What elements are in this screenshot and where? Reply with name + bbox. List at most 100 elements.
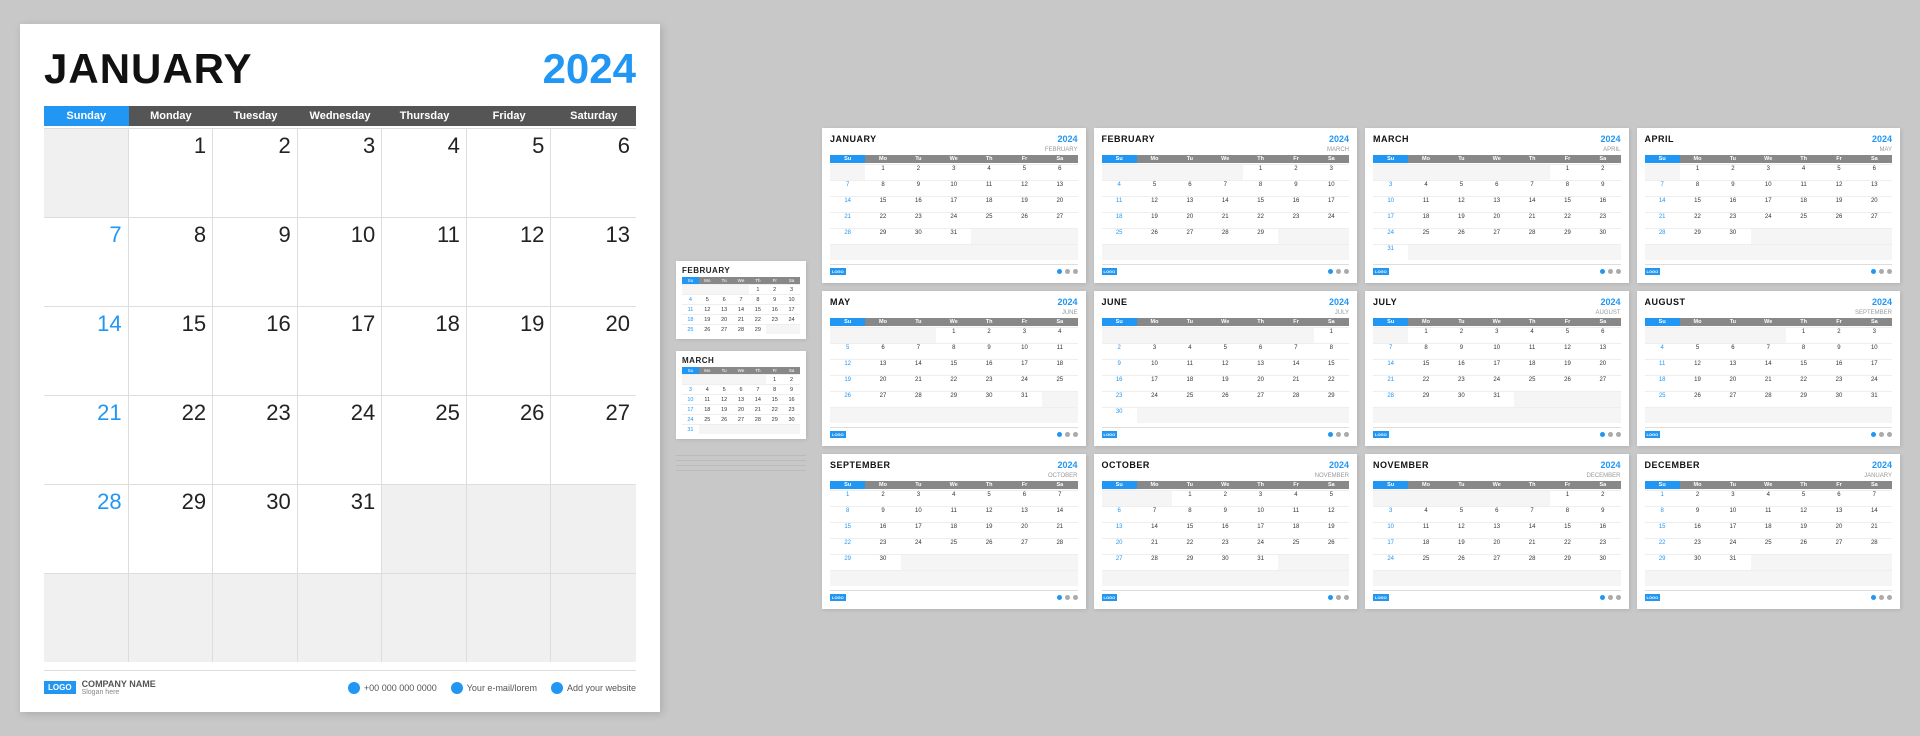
- mini-dot-1: [1057, 432, 1062, 437]
- mini-next-month-label: OCTOBER: [830, 473, 1078, 479]
- mini-calendar: JULY2024AUGUSTSuMoTuWeThFrSa123456789101…: [1365, 291, 1629, 446]
- side-mini-day-cell: [766, 424, 783, 434]
- mini-day-cell: 19: [1208, 375, 1243, 391]
- mini-day-cell: 13: [1479, 196, 1514, 212]
- mini-month-name: OCTOBER: [1102, 460, 1150, 470]
- large-day-cell: 7: [44, 218, 129, 306]
- mini-day-cell: [1408, 407, 1443, 423]
- large-day-cell: 28: [44, 485, 129, 573]
- side-mini-day-h: Fr: [766, 277, 783, 284]
- mini-day-cell: [1444, 490, 1479, 506]
- mini-day-cell: [1645, 244, 1680, 260]
- mini-day-cell: 1: [1786, 327, 1821, 343]
- mini-week-row: 78910111213: [830, 180, 1078, 196]
- mini-day-cell: 5: [1314, 490, 1349, 506]
- mini-day-header: Fr: [1550, 481, 1585, 489]
- mini-calendar: JANUARY2024FEBRUARYSuMoTuWeThFrSa1234567…: [822, 128, 1086, 283]
- mini-day-cell: 23: [1444, 375, 1479, 391]
- mini-day-cell: 8: [830, 506, 865, 522]
- mini-day-cell: 18: [1102, 212, 1137, 228]
- mini-dot-1: [1871, 269, 1876, 274]
- mini-day-header: Fr: [1550, 318, 1585, 326]
- mini-day-cell: [1514, 570, 1549, 586]
- mini-day-cell: 17: [1007, 359, 1042, 375]
- mini-day-header: Mo: [1680, 481, 1715, 489]
- mini-day-cell: 30: [901, 228, 936, 244]
- mini-day-headers: SuMoTuWeThFrSa: [1645, 155, 1893, 163]
- side-mini-day-cell: 25: [699, 414, 716, 424]
- mini-day-cell: 20: [1007, 522, 1042, 538]
- mini-calendar: NOVEMBER2024DECEMBERSuMoTuWeThFrSa123456…: [1365, 454, 1629, 609]
- mini-day-cell: 11: [971, 180, 1006, 196]
- large-day-cell: [551, 485, 636, 573]
- mini-day-cell: 17: [1137, 375, 1172, 391]
- mini-day-cell: 18: [1278, 522, 1313, 538]
- mini-day-cell: 14: [1137, 522, 1172, 538]
- side-mini-days-feb: Su Mo Tu We Th Fr Sa 1 2 3 4 5 6 7 8 9: [682, 277, 800, 334]
- mini-day-cell: [1172, 570, 1207, 586]
- mini-calendar: APRIL2024MAYSuMoTuWeThFrSa12345678910111…: [1637, 128, 1901, 283]
- side-mini-day-h: Mo: [699, 367, 716, 374]
- mini-day-cell: 23: [865, 538, 900, 554]
- phone-icon: [348, 682, 360, 694]
- side-mini-day-cell: 23: [783, 404, 800, 414]
- mini-day-cell: 11: [1645, 359, 1680, 375]
- mini-day-header: Sa: [1857, 481, 1892, 489]
- mini-day-cell: 3: [1373, 180, 1408, 196]
- footer-email: Your e-mail/lorem: [451, 682, 537, 694]
- mini-day-cell: 31: [1715, 554, 1750, 570]
- side-mini-day-cell: 10: [783, 294, 800, 304]
- side-mini-header-mar: MARCH: [682, 356, 800, 365]
- side-mini-day-h: Th: [749, 277, 766, 284]
- mini-week-row: 23242526272829: [1102, 391, 1350, 407]
- mini-day-cell: [971, 554, 1006, 570]
- side-mini-day-cell: 18: [699, 404, 716, 414]
- mini-day-cell: 19: [1821, 196, 1856, 212]
- mini-day-cell: [1208, 407, 1243, 423]
- side-mini-day-h: Su: [682, 367, 699, 374]
- mini-day-cell: [1550, 570, 1585, 586]
- large-day-header-mon: Monday: [129, 106, 214, 126]
- mini-day-cell: 7: [1645, 180, 1680, 196]
- mini-day-cell: 11: [1102, 196, 1137, 212]
- mini-day-header: Tu: [1715, 481, 1750, 489]
- mini-day-cell: 25: [1172, 391, 1207, 407]
- mini-footer: LOGO: [830, 590, 1078, 601]
- mini-day-cell: 11: [1514, 343, 1549, 359]
- mini-week-row: 22232425262728: [830, 538, 1078, 554]
- mini-day-cell: 22: [1680, 212, 1715, 228]
- mini-day-cell: 13: [1857, 180, 1892, 196]
- mini-day-cell: 21: [1514, 212, 1549, 228]
- mini-week-row: 12: [1373, 490, 1621, 506]
- mini-day-cell: 21: [1137, 538, 1172, 554]
- mini-header: JULY2024: [1373, 297, 1621, 307]
- mini-day-cell: 1: [936, 327, 971, 343]
- mini-day-cell: 10: [1751, 180, 1786, 196]
- side-mini-day-cell: [682, 284, 699, 294]
- mini-day-cell: 18: [1786, 196, 1821, 212]
- mini-logo: LOGO: [830, 431, 846, 438]
- mini-day-cell: 15: [865, 196, 900, 212]
- large-month-name: JANUARY: [44, 48, 252, 90]
- mini-day-cell: 27: [1479, 228, 1514, 244]
- mini-day-cell: [1444, 164, 1479, 180]
- mini-day-cell: 21: [1645, 212, 1680, 228]
- mini-day-cell: [1645, 327, 1680, 343]
- side-mini-days-mar: Su Mo Tu We Th Fr Sa 1 2 3 4 5 6 7 8: [682, 367, 800, 434]
- mini-day-cell: [971, 228, 1006, 244]
- mini-day-cell: 24: [1007, 375, 1042, 391]
- mini-day-header: Th: [971, 481, 1006, 489]
- large-day-cell: 29: [129, 485, 214, 573]
- mini-day-cell: 28: [1373, 391, 1408, 407]
- mini-day-cell: [1314, 554, 1349, 570]
- mini-day-cell: 30: [1715, 228, 1750, 244]
- mini-day-header: Tu: [901, 155, 936, 163]
- mini-week-row: 123456: [1373, 327, 1621, 343]
- mini-week-row: [1373, 407, 1621, 423]
- mini-day-header: Tu: [901, 481, 936, 489]
- mini-day-cell: 1: [1645, 490, 1680, 506]
- mini-day-cell: 2: [865, 490, 900, 506]
- large-grid: Sunday Monday Tuesday Wednesday Thursday…: [44, 106, 636, 662]
- mini-day-cell: 10: [936, 180, 971, 196]
- mini-day-cell: 23: [1715, 212, 1750, 228]
